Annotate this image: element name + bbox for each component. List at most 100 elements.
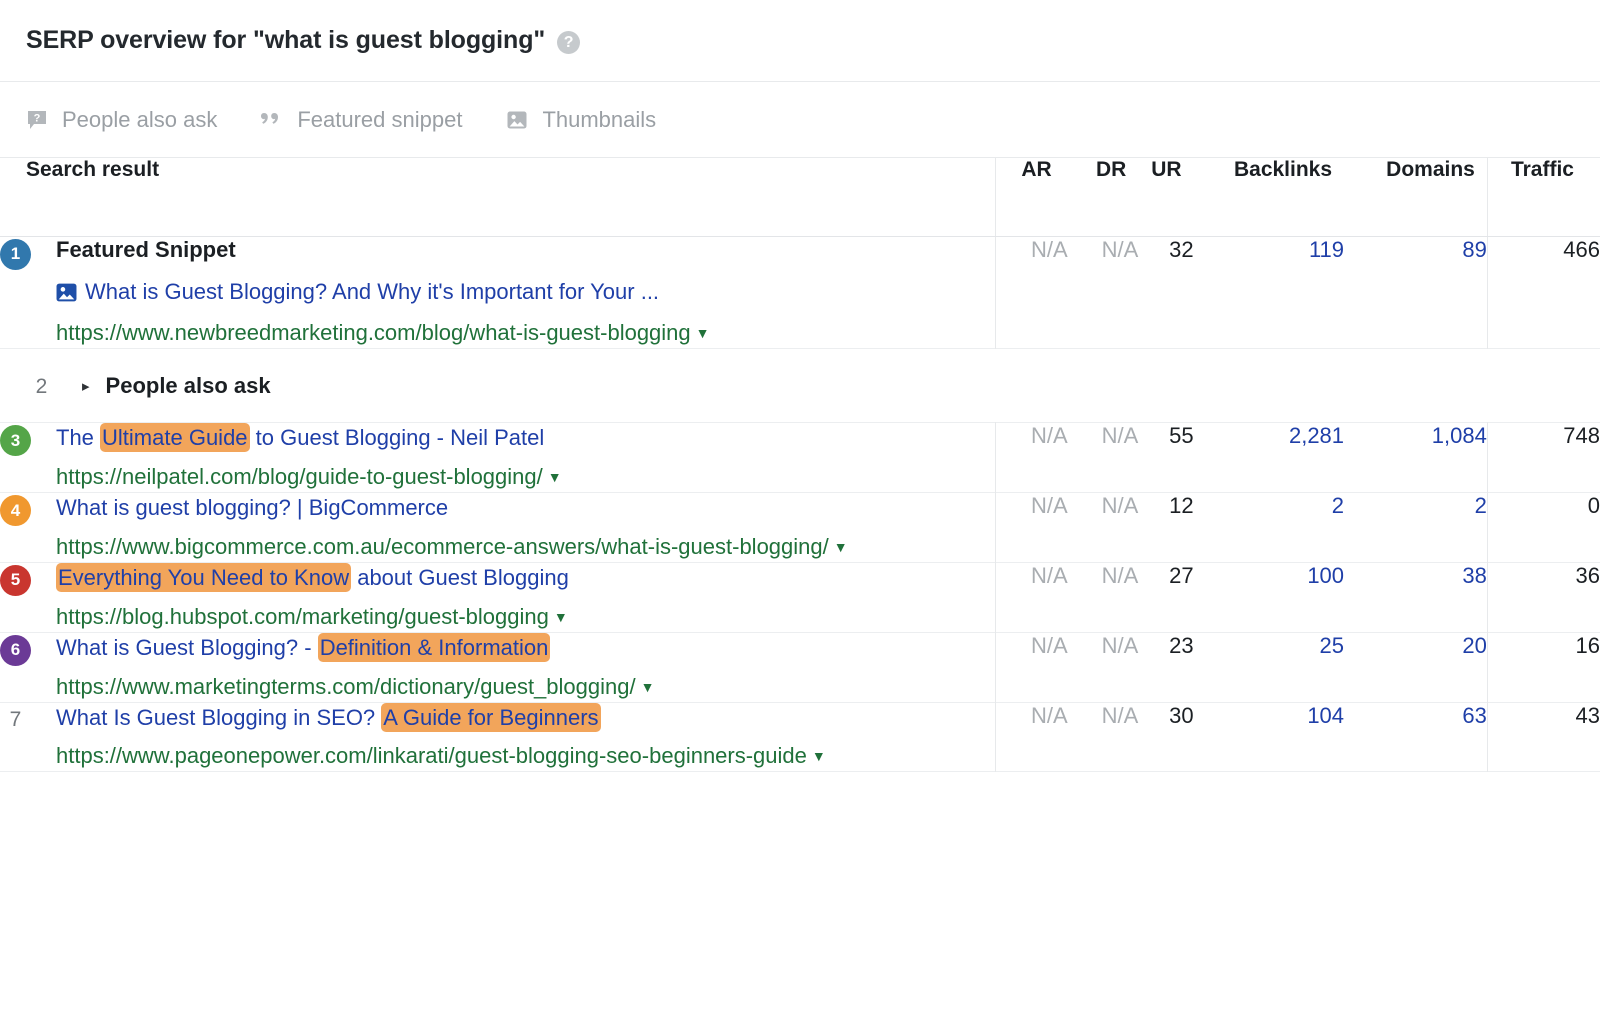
title-text: The xyxy=(56,425,100,450)
metric-backlinks[interactable]: 2 xyxy=(1194,493,1344,563)
metric-dr: N/A xyxy=(1068,632,1139,702)
metric-ur: 32 xyxy=(1138,236,1193,349)
chevron-down-icon[interactable]: ▼ xyxy=(554,608,568,627)
metric-traffic: 0 xyxy=(1487,493,1600,563)
metric-backlinks[interactable]: 25 xyxy=(1194,632,1344,702)
metric-backlinks[interactable]: 119 xyxy=(1194,236,1344,349)
rank-badge: 5 xyxy=(0,565,31,596)
result-body: Everything You Need to Know about Guest … xyxy=(56,563,995,632)
rank-badge: 6 xyxy=(0,635,31,666)
metric-backlinks[interactable]: 2,281 xyxy=(1194,423,1344,493)
chevron-down-icon[interactable]: ▼ xyxy=(548,468,562,487)
metric-dr: N/A xyxy=(1068,423,1139,493)
title-text: What is Guest Blogging? - xyxy=(56,635,318,660)
metric-backlinks[interactable]: 104 xyxy=(1194,702,1344,772)
serp-feature-people-also-ask[interactable]: ?People also ask xyxy=(26,107,217,133)
metric-dr: N/A xyxy=(1068,493,1139,563)
result-url-link[interactable]: https://www.bigcommerce.com.au/ecommerce… xyxy=(56,532,995,562)
table-row-people-also-ask[interactable]: 2 ▸ People also ask xyxy=(0,349,1600,423)
search-result-cell: 1Featured SnippetWhat is Guest Blogging?… xyxy=(0,236,995,349)
column-header-domains[interactable]: Domains xyxy=(1344,158,1487,236)
column-header-dr[interactable]: DR xyxy=(1068,158,1139,236)
serp-overview-panel: SERP overview for "what is guest bloggin… xyxy=(0,0,1600,772)
column-header-ar[interactable]: AR xyxy=(995,158,1068,236)
chevron-down-icon[interactable]: ▼ xyxy=(812,747,826,766)
chevron-down-icon[interactable]: ▼ xyxy=(641,678,655,697)
title-text: What is guest blogging? | BigCommerce xyxy=(56,495,448,520)
metric-ar: N/A xyxy=(995,562,1068,632)
metric-dr: N/A xyxy=(1068,236,1139,349)
column-header-traffic[interactable]: Traffic xyxy=(1487,158,1600,236)
column-header-backlinks[interactable]: Backlinks xyxy=(1194,158,1344,236)
people-also-ask-icon: ? xyxy=(26,109,48,131)
page-title: SERP overview for "what is guest bloggin… xyxy=(26,26,545,55)
result-url-link[interactable]: https://neilpatel.com/blog/guide-to-gues… xyxy=(56,462,995,492)
metric-traffic: 466 xyxy=(1487,236,1600,349)
rank-badge: 3 xyxy=(0,425,31,456)
table-header-row: Search result AR DR UR Backlinks Domains… xyxy=(0,158,1600,236)
result-body: What is Guest Blogging? - Definition & I… xyxy=(56,633,995,702)
rank-number: 7 xyxy=(0,705,31,736)
title-text: What is Guest Blogging? And Why it's Imp… xyxy=(85,279,659,304)
metric-traffic: 43 xyxy=(1487,702,1600,772)
result-title-link[interactable]: What Is Guest Blogging in SEO? A Guide f… xyxy=(56,703,995,733)
metric-dr: N/A xyxy=(1068,562,1139,632)
result-title-link[interactable]: What is Guest Blogging? And Why it's Imp… xyxy=(56,277,995,310)
search-result-cell: 7 What Is Guest Blogging in SEO? A Guide … xyxy=(0,702,995,772)
thumbnails-image-icon xyxy=(506,109,528,131)
table-body: 1Featured SnippetWhat is Guest Blogging?… xyxy=(0,236,1600,772)
result-title-link[interactable]: What is Guest Blogging? - Definition & I… xyxy=(56,633,995,663)
help-circle-icon[interactable]: ? xyxy=(557,31,580,54)
result-url-link[interactable]: https://www.newbreedmarketing.com/blog/w… xyxy=(56,318,995,348)
metric-domains[interactable]: 63 xyxy=(1344,702,1487,772)
serp-feature-thumbnails-image[interactable]: Thumbnails xyxy=(506,107,656,133)
metric-ar: N/A xyxy=(995,702,1068,772)
serp-results-table: Search result AR DR UR Backlinks Domains… xyxy=(0,158,1600,772)
serp-features-bar: ?People also ask Featured snippet Thumbnai… xyxy=(0,82,1600,158)
serp-feature-label: Featured snippet xyxy=(297,107,462,133)
result-title-link[interactable]: The Ultimate Guide to Guest Blogging - N… xyxy=(56,423,995,453)
result-title-link[interactable]: Everything You Need to Know about Guest … xyxy=(56,563,995,593)
metric-ar: N/A xyxy=(995,423,1068,493)
table-row: 7 What Is Guest Blogging in SEO? A Guide … xyxy=(0,702,1600,772)
title-text: to Guest Blogging - Neil Patel xyxy=(250,425,545,450)
people-also-ask-cell: 2 ▸ People also ask xyxy=(0,349,1600,423)
chevron-down-icon[interactable]: ▼ xyxy=(696,324,710,343)
title-text: about Guest Blogging xyxy=(351,565,569,590)
search-result-cell: 3 The Ultimate Guide to Guest Blogging - … xyxy=(0,423,995,493)
result-url-link[interactable]: https://blog.hubspot.com/marketing/guest… xyxy=(56,602,995,632)
metric-ur: 55 xyxy=(1138,423,1193,493)
rank-badge: 1 xyxy=(0,239,31,270)
result-body: What Is Guest Blogging in SEO? A Guide f… xyxy=(56,703,995,772)
metric-domains[interactable]: 20 xyxy=(1344,632,1487,702)
result-title-link[interactable]: What is guest blogging? | BigCommerce xyxy=(56,493,995,523)
title-text: What Is Guest Blogging in SEO? xyxy=(56,705,381,730)
column-header-ur[interactable]: UR xyxy=(1138,158,1193,236)
table-row: 1Featured SnippetWhat is Guest Blogging?… xyxy=(0,236,1600,349)
metric-domains[interactable]: 38 xyxy=(1344,562,1487,632)
metric-domains[interactable]: 1,084 xyxy=(1344,423,1487,493)
serp-feature-featured-snippet-quote[interactable]: Featured snippet xyxy=(261,107,462,133)
search-result-cell: 4 What is guest blogging? | BigCommerce ht… xyxy=(0,493,995,563)
table-header: Search result AR DR UR Backlinks Domains… xyxy=(0,158,1600,236)
rank-badge: 4 xyxy=(0,495,31,526)
table-row: 5 Everything You Need to Know about Guest… xyxy=(0,562,1600,632)
keyword-highlight: A Guide for Beginners xyxy=(381,703,600,732)
metric-ur: 12 xyxy=(1138,493,1193,563)
metric-domains[interactable]: 2 xyxy=(1344,493,1487,563)
column-header-search-result[interactable]: Search result xyxy=(0,158,995,236)
search-result-cell: 6 What is Guest Blogging? - Definition & … xyxy=(0,632,995,702)
metric-domains[interactable]: 89 xyxy=(1344,236,1487,349)
result-body: What is guest blogging? | BigCommerce htt… xyxy=(56,493,995,562)
metric-traffic: 36 xyxy=(1487,562,1600,632)
collapsed-triangle-icon[interactable]: ▸ xyxy=(82,377,90,395)
result-url-link[interactable]: https://www.pageonepower.com/linkarati/g… xyxy=(56,741,995,771)
result-body: The Ultimate Guide to Guest Blogging - N… xyxy=(56,423,995,492)
rank-number: 2 xyxy=(26,371,57,402)
thumbnail-image-icon xyxy=(56,280,77,310)
metric-ar: N/A xyxy=(995,493,1068,563)
people-also-ask-label: People also ask xyxy=(106,373,271,399)
metric-backlinks[interactable]: 100 xyxy=(1194,562,1344,632)
result-url-link[interactable]: https://www.marketingterms.com/dictionar… xyxy=(56,672,995,702)
chevron-down-icon[interactable]: ▼ xyxy=(834,538,848,557)
